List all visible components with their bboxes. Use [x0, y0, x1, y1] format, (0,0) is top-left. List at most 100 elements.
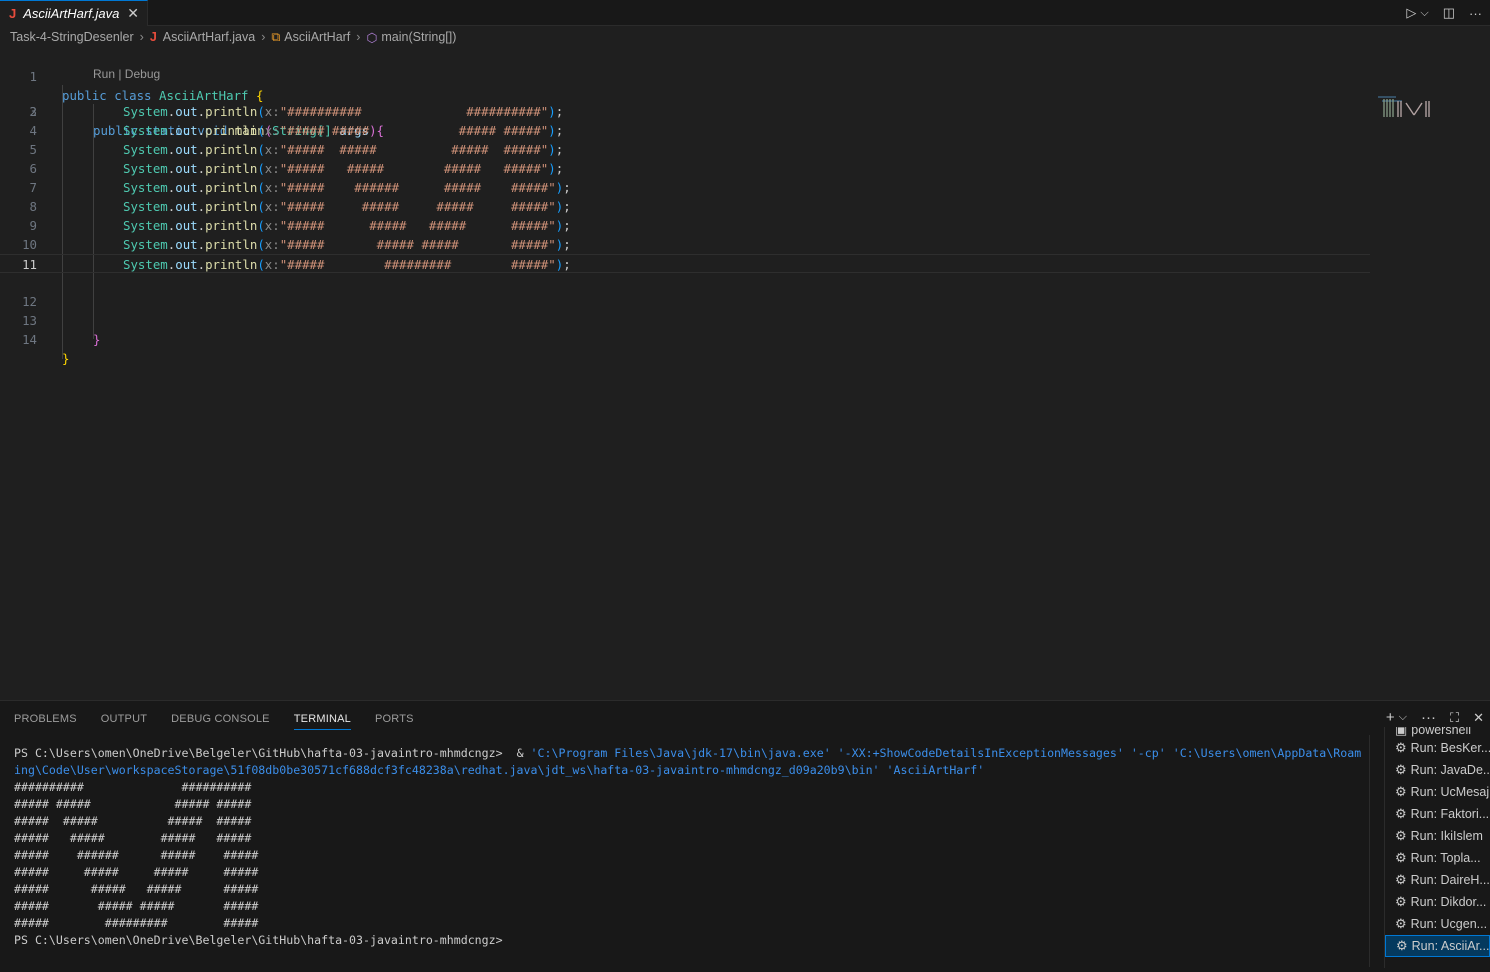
more-actions-icon[interactable]: ···	[1421, 709, 1436, 726]
close-icon[interactable]: ✕	[127, 5, 139, 22]
terminal-list-item[interactable]: ⚙ Run: Topla...	[1385, 847, 1490, 869]
out-field: out	[175, 142, 198, 157]
terminal-list-item[interactable]: ⚙ Run: Dikdor...	[1385, 891, 1490, 913]
terminal-command: 'C:\Program Files\Java\jdk-17\bin\java.e…	[530, 746, 1362, 760]
code-line: 7 System.out.println(x:"##### ###### ####…	[0, 178, 1370, 197]
println-method: println	[205, 257, 258, 272]
inlay-hint: x:	[264, 257, 280, 272]
line-number: 9	[29, 218, 37, 233]
out-field: out	[175, 218, 198, 233]
tab-ports[interactable]: PORTS	[375, 713, 414, 730]
tab-terminal[interactable]: TERMINAL	[293, 713, 351, 730]
chevron-right-icon: ›	[261, 30, 266, 44]
java-file-icon: J	[149, 30, 157, 44]
tab-problems[interactable]: PROBLEMS	[14, 713, 77, 730]
breadcrumb-file[interactable]: AsciiArtHarf.java	[163, 30, 255, 44]
code-line: 12	[0, 273, 1370, 309]
chevron-down-icon[interactable]: ⌵	[1420, 7, 1428, 20]
terminal-prompt: PS C:\Users\omen\OneDrive\Belgeler\GitHu…	[14, 746, 510, 760]
panel-tabs: PROBLEMS OUTPUT DEBUG CONSOLE TERMINAL P…	[14, 713, 414, 730]
code-line: 2 public static void main(String[] args)…	[0, 83, 1370, 138]
code-editor[interactable]: 1 public class AsciiArtHarf { Run | Debu…	[0, 47, 1490, 700]
terminal-output-line: ##### ##### ##### #####	[14, 899, 259, 913]
terminal-list-item[interactable]: ⚙ Run: BesKer...	[1385, 737, 1490, 759]
code-line: 8 System.out.println(x:"##### ##### #####…	[0, 197, 1370, 216]
terminal-output[interactable]: PS C:\Users\omen\OneDrive\Belgeler\GitHu…	[14, 745, 1368, 949]
code-line: 11 System.out.println(x:"##### ######### …	[0, 254, 1370, 273]
inlay-hint: x:	[264, 123, 280, 138]
maximize-panel-icon[interactable]: ⛶	[1450, 710, 1459, 726]
chevron-right-icon: ›	[139, 30, 144, 44]
string-literal: "########## ##########"	[279, 104, 549, 119]
out-field: out	[175, 257, 198, 272]
terminal-list-label: Run: BesKer...	[1410, 741, 1490, 755]
terminal-list-item[interactable]: ⚙ Run: AsciiAr...	[1385, 935, 1490, 957]
terminal-list-item[interactable]: ⚙ Run: DaireH...	[1385, 869, 1490, 891]
tab-debug-console[interactable]: DEBUG CONSOLE	[171, 713, 270, 730]
code-line: 3 System.out.println(x:"########## ######…	[0, 102, 1370, 121]
out-field: out	[175, 180, 198, 195]
debug-icon: ⚙	[1396, 938, 1408, 953]
terminal-output-line: ########## ##########	[14, 780, 252, 794]
terminal-list-label: Run: Topla...	[1410, 851, 1481, 865]
minimap[interactable]	[1376, 95, 1446, 119]
out-field: out	[175, 161, 198, 176]
system-class: System	[123, 257, 168, 272]
chevron-down-icon[interactable]: ⌵	[1399, 711, 1407, 724]
more-actions-icon[interactable]: ···	[1469, 6, 1482, 21]
out-field: out	[175, 104, 198, 119]
terminal-list-label: Run: DaireH...	[1410, 873, 1490, 887]
terminal-amp: &	[509, 746, 531, 760]
close-panel-icon[interactable]: ✕	[1473, 710, 1484, 726]
line-number: 6	[29, 161, 37, 176]
terminal-list-item[interactable]: ⚙ Run: IkiIslem	[1385, 825, 1490, 847]
terminal-list-item[interactable]: ⚙ Run: JavaDe...	[1385, 759, 1490, 781]
debug-icon: ⚙	[1395, 850, 1407, 865]
string-literal: "##### ##### ##### #####"	[279, 142, 549, 157]
breadcrumb-folder[interactable]: Task-4-StringDesenler	[10, 30, 134, 44]
system-class: System	[123, 142, 168, 157]
codelens-run-debug[interactable]: Run | Debug	[93, 67, 160, 81]
system-class: System	[123, 199, 168, 214]
tab-asciiartharf[interactable]: J AsciiArtHarf.java ✕	[0, 0, 148, 26]
terminal-list-item[interactable]: ⚙ Run: UcMesaj	[1385, 781, 1490, 803]
tab-bar: J AsciiArtHarf.java ✕ ▷ ⌵ ◫ ···	[0, 0, 1490, 26]
println-method: println	[205, 237, 258, 252]
breadcrumb-method[interactable]: main(String[])	[381, 30, 456, 44]
java-file-icon: J	[9, 6, 17, 21]
inlay-hint: x:	[264, 199, 280, 214]
terminal-scrollbar[interactable]	[1369, 735, 1383, 967]
println-method: println	[205, 199, 258, 214]
line-number: 14	[22, 332, 37, 347]
println-method: println	[205, 104, 258, 119]
terminal-list-label: Run: Dikdor...	[1410, 895, 1487, 909]
system-class: System	[123, 104, 168, 119]
split-editor-icon[interactable]: ◫	[1443, 5, 1455, 21]
terminal-list-item[interactable]: ⚙ Run: Ucgen...	[1385, 913, 1490, 935]
string-literal: "##### ######### #####"	[279, 257, 556, 272]
tab-output[interactable]: OUTPUT	[101, 713, 147, 730]
terminal-command-cont: ing\Code\User\workspaceStorage\51f08db0b…	[14, 763, 985, 777]
breadcrumb-class[interactable]: AsciiArtHarf	[284, 30, 350, 44]
code-line: 5 System.out.println(x:"##### ##### #####…	[0, 140, 1370, 159]
line-number: 8	[29, 199, 37, 214]
inlay-hint: x:	[264, 237, 280, 252]
editor-actions: ▷ ⌵ ◫ ···	[1406, 0, 1482, 26]
inlay-hint: x:	[264, 104, 280, 119]
terminal-list-label: Run: Ucgen...	[1410, 917, 1488, 931]
terminal-list-item[interactable]: ▣ powershell	[1385, 727, 1490, 737]
system-class: System	[123, 161, 168, 176]
run-icon[interactable]: ▷	[1406, 5, 1416, 21]
inlay-hint: x:	[264, 142, 280, 157]
line-number: 10	[22, 237, 37, 252]
terminal-list-label: Run: Faktori...	[1410, 807, 1490, 821]
string-literal: "##### ##### ##### #####"	[279, 123, 549, 138]
system-class: System	[123, 237, 168, 252]
add-terminal-icon[interactable]: +	[1386, 709, 1395, 726]
debug-icon: ⚙	[1395, 894, 1407, 909]
terminal-list-item[interactable]: ⚙ Run: Faktori...	[1385, 803, 1490, 825]
terminal-output-line: ##### ######### #####	[14, 916, 259, 930]
debug-icon: ⚙	[1395, 740, 1407, 755]
println-method: println	[205, 180, 258, 195]
line-number: 7	[29, 180, 37, 195]
